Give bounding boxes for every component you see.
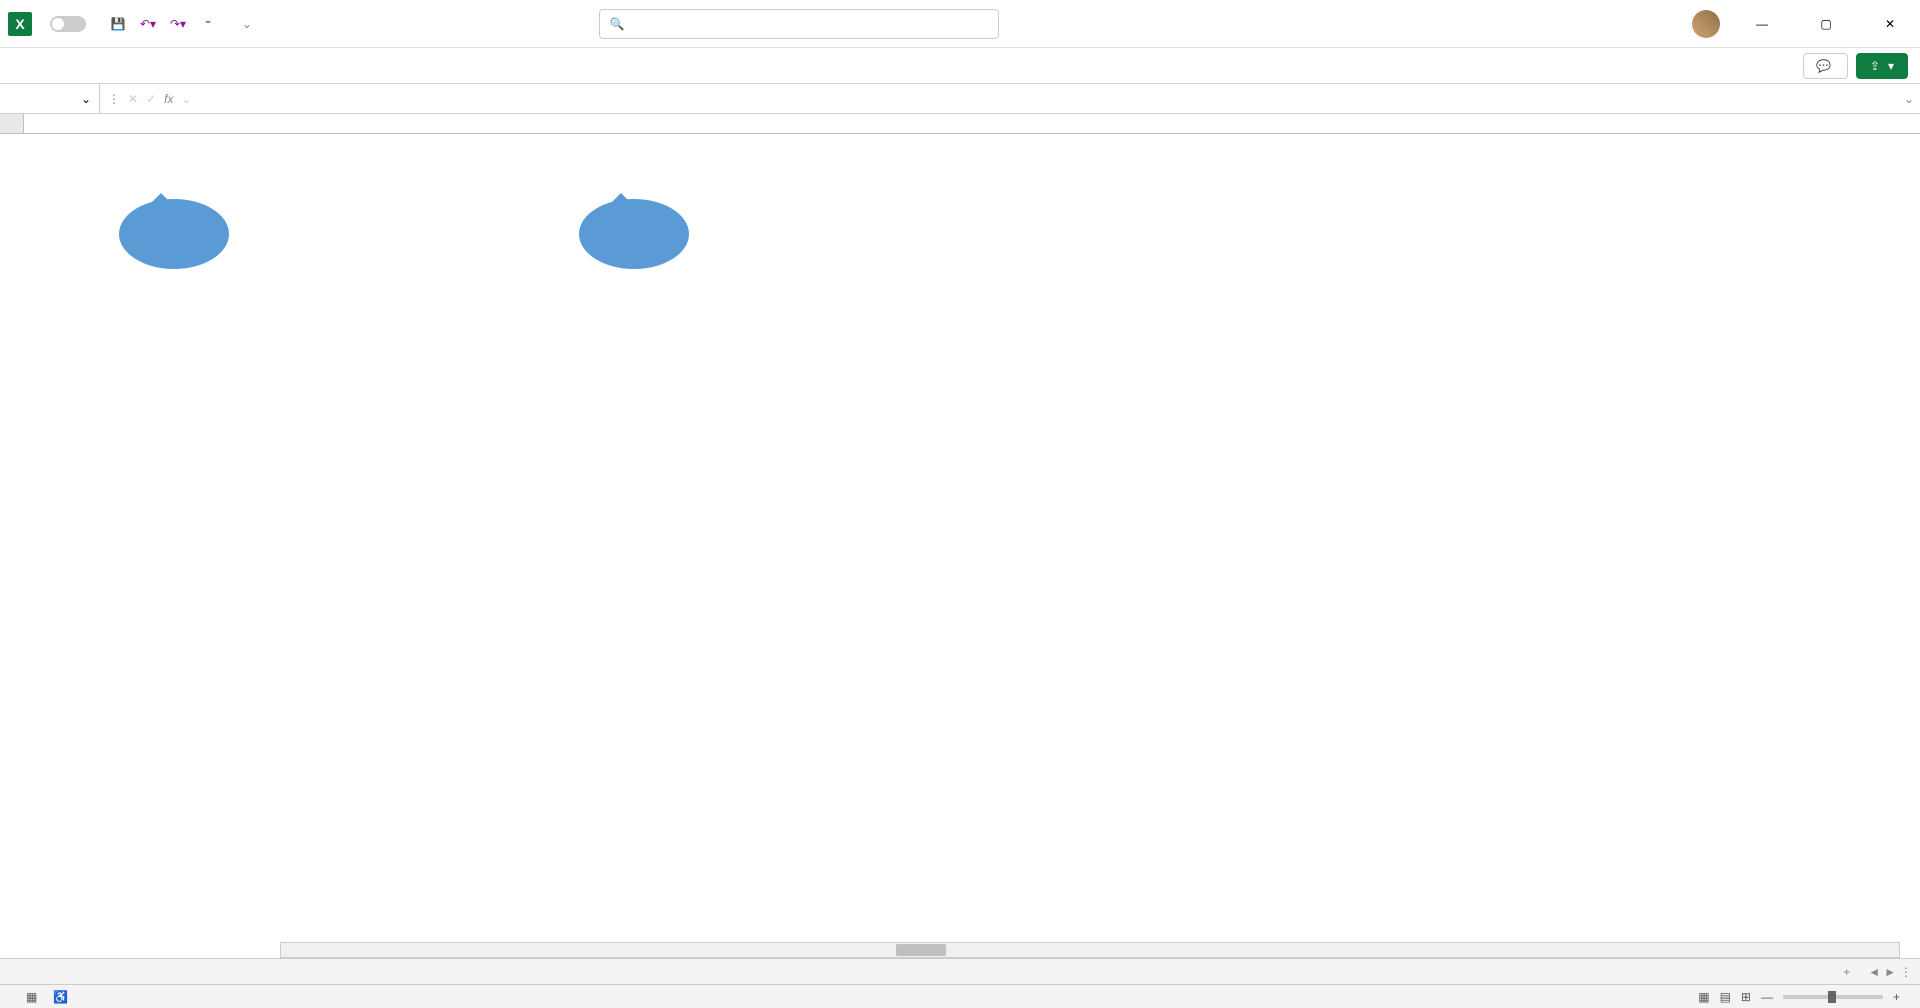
qat-more-icon[interactable]: ⁼ [198,14,218,34]
sheet-tabs-bar: + ◄ ► ⋮ [0,958,1920,984]
new-sheet-icon[interactable]: + [1833,965,1860,979]
redo-icon[interactable]: ↷▾ [168,14,188,34]
share-button[interactable]: ⇪ ▾ [1856,53,1908,79]
status-bar: ▦ ♿ ▦ ▤ ⊞ — + [0,984,1920,1008]
maximize-icon[interactable]: ▢ [1804,9,1848,39]
sheet-nav-left-icon[interactable]: ◄ [1868,965,1880,979]
close-icon[interactable]: ✕ [1868,9,1912,39]
sheet-options-icon[interactable]: ⋮ [1900,965,1912,979]
cancel-icon[interactable]: ✕ [128,92,138,106]
filename-dropdown-icon[interactable]: ⌄ [242,17,252,31]
formula-expand-icon[interactable]: ⌄ [1898,92,1920,106]
confirm-icon[interactable]: ✓ [146,92,156,106]
zoom-out-icon[interactable]: — [1761,990,1773,1004]
minimize-icon[interactable]: — [1740,9,1784,39]
save-icon[interactable]: 💾 [108,14,128,34]
view-normal-icon[interactable]: ▦ [1698,990,1709,1004]
macro-icon[interactable]: ▦ [26,990,37,1004]
column-headers [0,114,1920,134]
select-all-corner[interactable] [0,114,24,133]
spreadsheet-grid[interactable] [0,134,1920,972]
fx-icon[interactable]: fx [164,92,173,106]
excel-icon: X [8,12,32,36]
options-icon[interactable]: ⋮ [108,92,120,106]
view-pagebreak-icon[interactable]: ⊞ [1741,990,1751,1004]
search-icon: 🔍 [610,17,625,31]
view-layout-icon[interactable]: ▤ [1720,990,1731,1004]
comments-button[interactable]: 💬 [1803,53,1848,79]
user-avatar[interactable] [1692,10,1720,38]
callout-invoice-type [579,199,689,269]
callout-transfer [119,199,229,269]
zoom-in-icon[interactable]: + [1893,990,1900,1004]
undo-icon[interactable]: ↶▾ [138,14,158,34]
search-input[interactable]: 🔍 [599,9,999,39]
horizontal-scrollbar[interactable] [280,942,1900,958]
autosave-toggle[interactable] [44,16,92,32]
title-bar: X 💾 ↶▾ ↷▾ ⁼ ⌄ 🔍 — ▢ ✕ [0,0,1920,48]
sheet-nav-right-icon[interactable]: ► [1884,965,1896,979]
formula-bar-row: ⌄ ⋮ ✕ ✓ fx ⌄ ⌄ [0,84,1920,114]
zoom-slider[interactable] [1783,995,1883,999]
ribbon-tabs: 💬 ⇪ ▾ [0,48,1920,84]
accessibility-icon[interactable]: ♿ [53,990,68,1004]
name-box[interactable]: ⌄ [0,84,100,113]
